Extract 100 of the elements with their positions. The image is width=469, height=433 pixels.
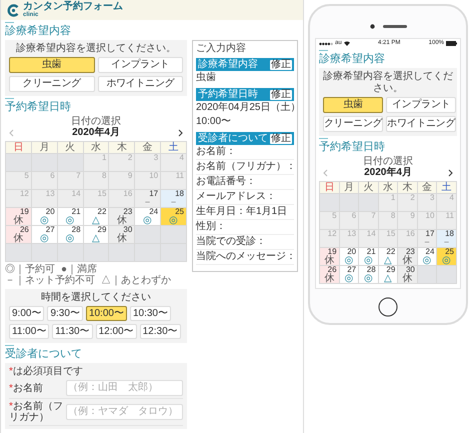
day-number: 30: [123, 226, 132, 234]
chevron-right-icon[interactable]: [448, 169, 453, 177]
calendar-day-cell[interactable]: 18 －: [437, 230, 456, 247]
calendar-day-cell[interactable]: 17 －: [418, 230, 436, 247]
field-label: *お名前（フリガナ）: [9, 401, 63, 423]
summary-heading: 受診者について: [198, 133, 268, 144]
day-number: 2: [410, 194, 415, 202]
time-slot-button[interactable]: 10:00〜: [86, 306, 127, 321]
day-number: 12: [20, 190, 29, 198]
availability-mark: △: [384, 256, 392, 265]
day-number: 28: [72, 226, 81, 234]
day-number: 9: [410, 212, 415, 220]
summary-line: 当院へのメッセージ：: [196, 250, 294, 265]
camera-icon: [370, 24, 374, 28]
day-number: 17: [149, 190, 158, 198]
calendar-day-cell[interactable]: 28 ◎: [359, 266, 378, 283]
availability-mark: ◎: [364, 274, 373, 283]
service-option-button[interactable]: 虫歯: [9, 57, 94, 73]
logo-icon: [7, 4, 20, 16]
calendar-day-cell[interactable]: 20 ◎: [340, 248, 358, 265]
availability-mark: －: [422, 238, 432, 247]
calendar-day-cell[interactable]: 20 ◎: [32, 208, 57, 225]
calendar-day-cell[interactable]: 19 休: [6, 208, 31, 225]
calendar-day-cell[interactable]: 27 ◎: [32, 226, 57, 243]
calendar-day-cell[interactable]: 24 ◎: [135, 208, 160, 225]
day-number: 20: [46, 208, 55, 216]
calendar-day-cell[interactable]: 25 ◎: [437, 248, 456, 265]
day-number: 2: [128, 154, 132, 162]
service-option-button[interactable]: インプラント: [98, 57, 183, 73]
calendar-day-cell[interactable]: 21 ◎: [58, 208, 83, 225]
availability-mark: ◎: [66, 234, 75, 243]
day-number: 14: [366, 230, 376, 238]
calendar-day-cell[interactable]: 26 休: [6, 226, 31, 243]
availability-mark: －: [142, 198, 153, 207]
availability-mark: 休: [116, 216, 127, 225]
service-option-button[interactable]: ホワイトニング: [386, 116, 456, 132]
time-slot-button[interactable]: 11:00〜: [9, 324, 50, 339]
weekday-header: 火: [58, 142, 83, 153]
availability-mark: △: [92, 216, 100, 225]
time-slot-button[interactable]: 12:00〜: [96, 324, 137, 339]
calendar-day-cell[interactable]: 29 △: [84, 226, 108, 243]
day-number: 3: [154, 154, 158, 162]
time-slot-button[interactable]: 10:30〜: [130, 306, 171, 321]
day-number: 23: [123, 208, 132, 216]
day-number: 25: [445, 248, 454, 256]
service-option-button[interactable]: インプラント: [386, 97, 456, 113]
calendar-day-cell[interactable]: 30 休: [109, 226, 134, 243]
service-option-button[interactable]: ホワイトニング: [98, 76, 183, 92]
calendar-day-cell[interactable]: 21 ◎: [359, 248, 378, 265]
availability-mark: 休: [324, 274, 334, 283]
summary-line: 性別：: [196, 220, 294, 235]
summary-heading: 診療希望内容: [198, 59, 258, 70]
calendar-day-cell[interactable]: 30 休: [398, 266, 417, 283]
weekday-header: 木: [109, 142, 134, 153]
date-label: 日付の選択: [362, 156, 414, 167]
day-number: 14: [72, 190, 81, 198]
section-title: 診療希望内容: [319, 53, 386, 66]
summary-line: 2020年04月25日（土）: [196, 101, 294, 115]
day-number: 21: [366, 248, 376, 256]
calendar-day-cell[interactable]: 17 －: [135, 190, 160, 207]
calendar-day-cell[interactable]: 26 休: [320, 266, 339, 283]
instruction-text: 診療希望内容を選択してください。: [15, 43, 177, 55]
calendar-day-cell[interactable]: 29 △: [378, 266, 398, 283]
service-option-button[interactable]: クリーニング: [323, 116, 384, 132]
calendar-day-cell[interactable]: 27 ◎: [340, 266, 358, 283]
speaker-icon: [382, 24, 406, 28]
chevron-right-icon[interactable]: [178, 129, 183, 137]
day-number: 18: [175, 190, 184, 198]
calendar-day-cell[interactable]: 19 休: [320, 248, 339, 265]
availability-mark: ◎: [40, 234, 49, 243]
day-number: 13: [347, 230, 356, 238]
time-slot-button[interactable]: 9:00〜: [9, 306, 44, 321]
section-title: 予約希望日時: [319, 141, 386, 154]
legend-item: ◎｜予約可: [5, 264, 55, 275]
time-slot-button[interactable]: 11:30〜: [52, 324, 93, 339]
day-number: 5: [332, 212, 337, 220]
calendar-day-cell[interactable]: 28 ◎: [58, 226, 83, 243]
time-slot-button[interactable]: 12:30〜: [140, 324, 181, 339]
day-number: 4: [450, 194, 454, 202]
calendar-day-cell[interactable]: 18 －: [161, 190, 186, 207]
calendar-day-cell[interactable]: 24 ◎: [418, 248, 436, 265]
input-field[interactable]: （例：山田 太郎）: [66, 380, 183, 396]
day-number: 7: [76, 172, 81, 180]
month-label: 2020年4月: [364, 167, 412, 179]
edit-button[interactable]: 修正: [270, 90, 292, 100]
day-number: 9: [128, 172, 132, 180]
weekday-header: 水: [378, 182, 398, 193]
edit-button[interactable]: 修正: [270, 134, 292, 144]
calendar-day-cell[interactable]: 25 ◎: [161, 208, 186, 225]
service-option-button[interactable]: 虫歯: [323, 97, 384, 113]
availability-mark: ◎: [40, 216, 49, 225]
time-slot-button[interactable]: 9:30〜: [47, 306, 83, 321]
weekday-header: 金: [418, 182, 436, 193]
input-field[interactable]: （例：ヤマダ タロウ）: [66, 404, 183, 420]
calendar-day-cell[interactable]: 22 △: [378, 248, 398, 265]
calendar-day-cell[interactable]: 23 休: [109, 208, 134, 225]
calendar-day-cell[interactable]: 23 休: [398, 248, 417, 265]
service-option-button[interactable]: クリーニング: [9, 76, 94, 92]
calendar-day-cell[interactable]: 22 △: [84, 208, 108, 225]
edit-button[interactable]: 修正: [270, 60, 292, 70]
